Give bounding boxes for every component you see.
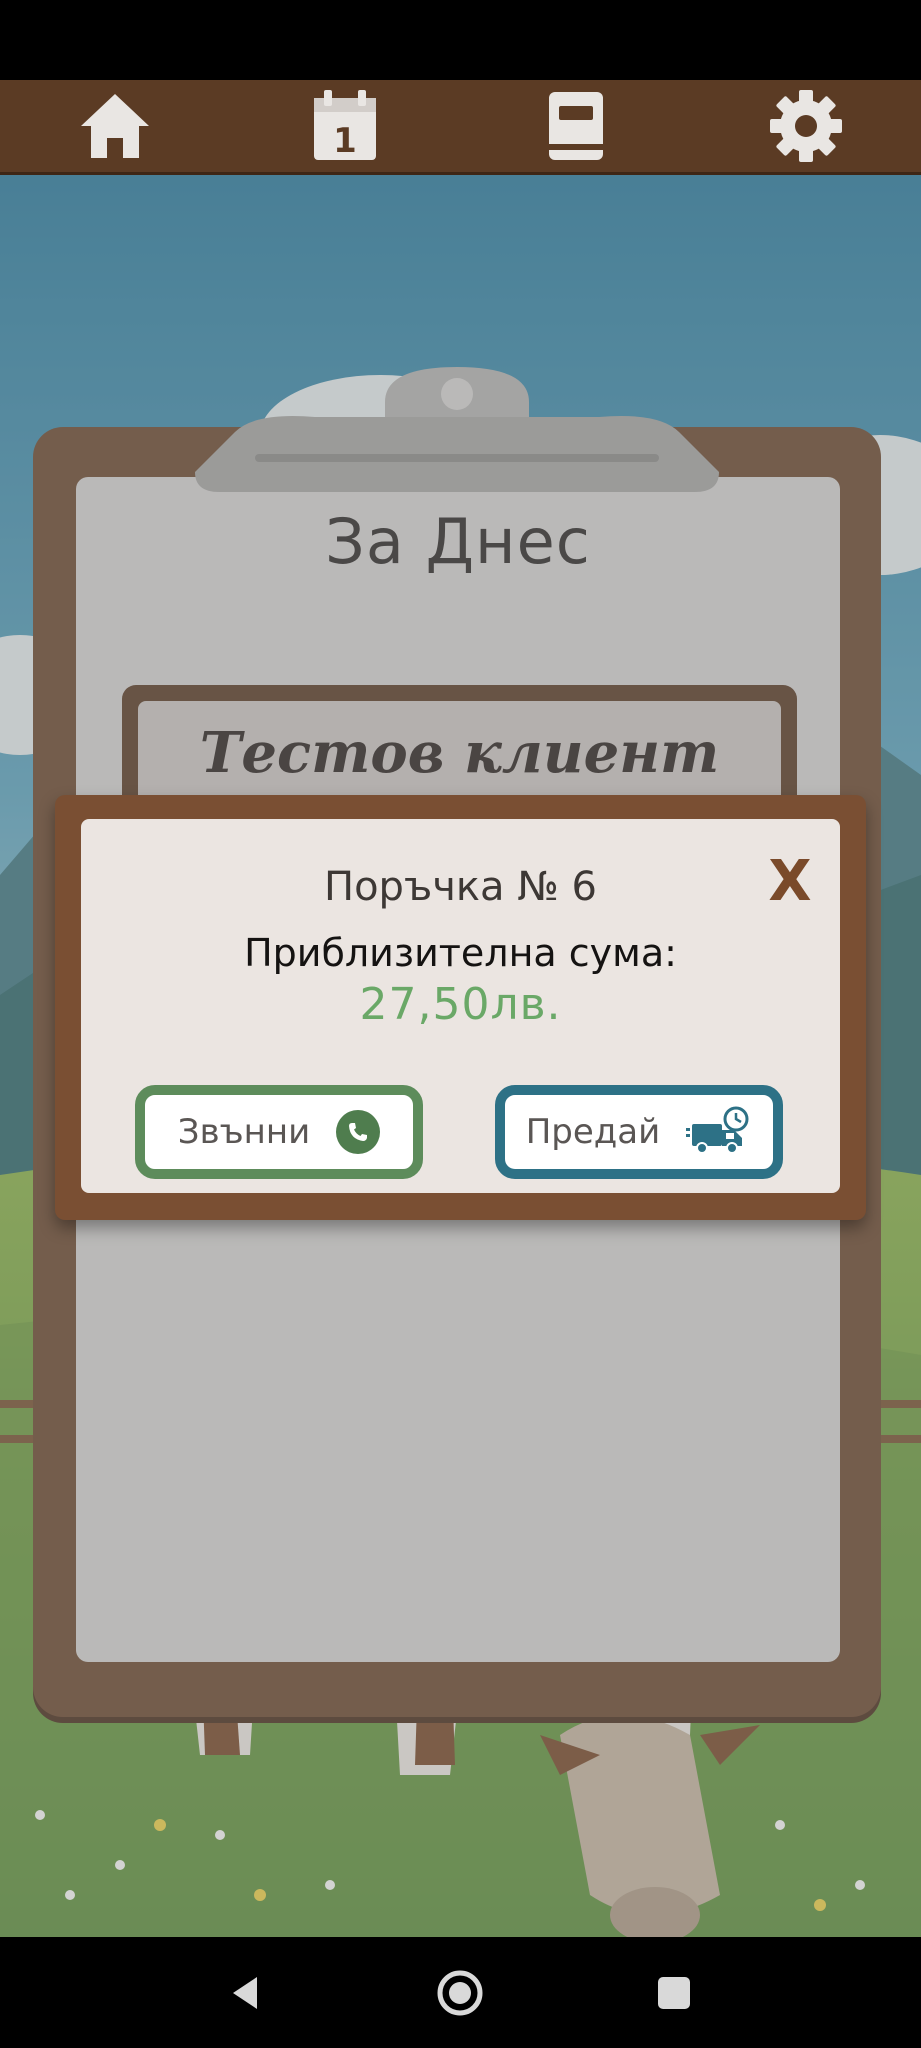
deliver-button-label: Предай xyxy=(525,1112,661,1152)
call-button-label: Звънни xyxy=(177,1112,311,1152)
nav-home-button[interactable] xyxy=(70,81,160,171)
approx-sum-value: 27,50лв. xyxy=(359,979,562,1030)
close-button[interactable]: X xyxy=(760,849,820,919)
calendar-icon: 1 xyxy=(314,90,377,161)
calendar-day-number: 1 xyxy=(334,121,358,161)
nav-settings-button[interactable] xyxy=(761,81,851,171)
system-navigation-bar xyxy=(0,1937,921,2048)
nav-book-button[interactable] xyxy=(531,81,621,171)
home-circle-icon xyxy=(437,1970,483,2015)
back-button[interactable] xyxy=(212,1958,282,2028)
recents-button[interactable] xyxy=(639,1958,709,2028)
top-navigation: 1 xyxy=(0,80,921,175)
call-button[interactable]: Звънни xyxy=(135,1085,423,1179)
delivery-truck-clock-icon xyxy=(686,1106,749,1154)
home-system-button[interactable] xyxy=(425,1958,495,2028)
book-icon xyxy=(548,92,603,160)
order-modal-content: Поръчка № 6 X Приблизителна сума: 27,50л… xyxy=(81,819,840,1193)
phone-icon xyxy=(336,1110,381,1154)
recents-icon xyxy=(658,1976,691,2009)
home-icon xyxy=(81,94,150,158)
order-modal: Поръчка № 6 X Приблизителна сума: 27,50л… xyxy=(55,795,866,1220)
deliver-button[interactable]: Предай xyxy=(495,1085,783,1179)
gear-icon xyxy=(769,90,842,162)
order-title: Поръчка № 6 xyxy=(324,864,597,910)
clipboard-clip xyxy=(195,362,719,502)
nav-calendar-button[interactable]: 1 xyxy=(300,81,390,171)
list-title: За Днес xyxy=(325,505,591,578)
status-bar xyxy=(0,0,921,80)
approx-sum-label: Приблизителна сума: xyxy=(244,931,677,975)
client-name: Тестов клиент xyxy=(199,720,720,786)
back-icon xyxy=(232,1976,257,2009)
